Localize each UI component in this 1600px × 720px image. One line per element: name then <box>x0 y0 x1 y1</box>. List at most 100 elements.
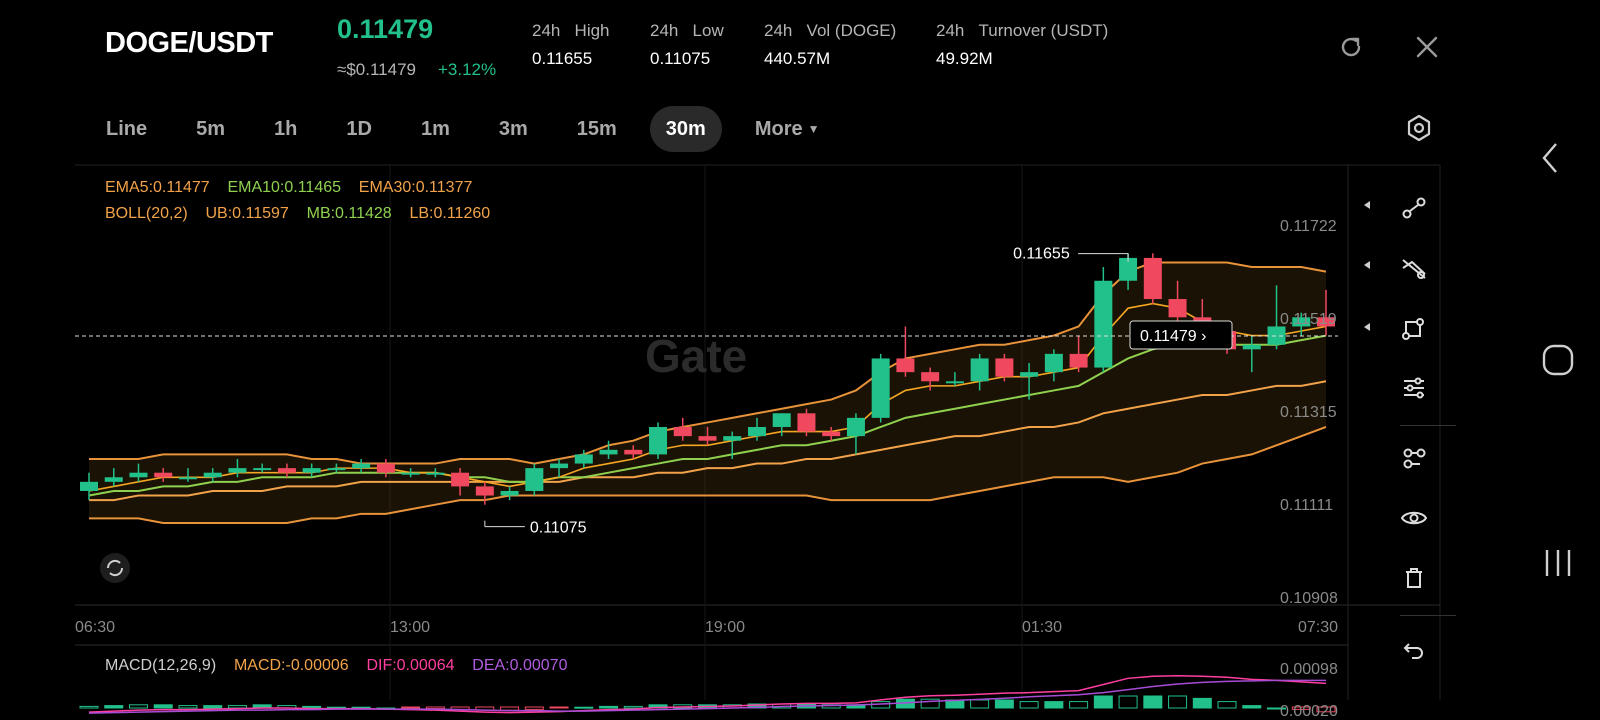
nodes-link-icon <box>1403 448 1426 469</box>
macd-axis-bottom: 0.00020 <box>1280 703 1338 720</box>
candle-body <box>451 472 470 487</box>
kline-chart[interactable]: Gate 0.11479 › 0.11655 0.11075 0.11722 0.1151… <box>0 0 1600 720</box>
ema30-label: EMA30:0.11377 <box>358 179 473 196</box>
macd-legend: MACD(12,26,9) MACD:-0.00006 DIF:0.00064 … <box>105 657 567 675</box>
visibility-tool[interactable] <box>1396 500 1432 536</box>
macd-histogram-bar <box>574 706 594 709</box>
undo-icon <box>1403 643 1423 659</box>
macd-histogram-bar <box>599 705 619 709</box>
x-tick-label: 19:00 <box>705 619 745 636</box>
macd-histogram-bar <box>178 705 198 709</box>
y-tick-label: 0.11315 <box>1280 404 1337 421</box>
macd-params-label: MACD(12,26,9) <box>105 657 217 674</box>
high-marker-label: 0.11655 <box>1013 246 1070 263</box>
cross-lines-icon <box>1402 259 1426 279</box>
eye-icon <box>1400 511 1428 525</box>
dea-value-label: DEA:0.00070 <box>472 657 568 674</box>
undo-tool[interactable] <box>1396 632 1432 668</box>
macd-histogram-bar <box>994 699 1014 709</box>
x-tick-label: 07:30 <box>1298 619 1338 636</box>
candle-body <box>772 413 791 427</box>
candle-body <box>1242 344 1261 350</box>
candle-body <box>896 358 915 373</box>
candle-body <box>401 472 420 475</box>
macd-histogram-bar <box>79 705 99 709</box>
candle-body <box>747 426 766 437</box>
dif-value-label: DIF:0.00064 <box>366 657 455 674</box>
indicator-legend-ma: EMA5:0.11477 EMA10:0.11465 EMA30:0.11377 <box>105 179 472 197</box>
macd-histogram-bar <box>1242 705 1262 709</box>
macd-histogram-bar <box>1069 701 1089 709</box>
candle-body <box>129 472 148 478</box>
macd-value-label: MACD:-0.00006 <box>233 657 349 674</box>
current-price-tag-text: 0.11479 › <box>1140 328 1206 345</box>
macd-histogram-bar <box>500 706 520 711</box>
back-nav-icon[interactable] <box>1538 138 1562 178</box>
candle-body <box>574 454 593 464</box>
candle-body <box>178 477 197 480</box>
shape-tool[interactable] <box>1396 310 1432 346</box>
macd-histogram-bar <box>1093 695 1113 709</box>
expand-arrow-icon <box>1364 261 1370 269</box>
candle-body <box>673 426 692 437</box>
candle-body <box>352 463 371 469</box>
polygon-icon <box>1402 318 1424 340</box>
candle-body <box>500 490 519 496</box>
delete-tool[interactable] <box>1396 560 1432 596</box>
x-tick-label: 01:30 <box>1022 619 1062 636</box>
candle-body <box>277 468 296 473</box>
candle-body <box>1168 299 1187 318</box>
candle-body <box>525 468 544 491</box>
macd-histogram-bar <box>227 705 247 709</box>
toolbar-divider-2 <box>1400 615 1456 616</box>
y-tick-label: 0.10908 <box>1280 590 1338 607</box>
low-marker-label: 0.11075 <box>530 520 587 537</box>
candle-body <box>599 449 618 455</box>
ema10-label: EMA10:0.11465 <box>227 179 342 196</box>
watermark-text: Gate <box>645 330 747 382</box>
ray-tool[interactable] <box>1396 250 1432 286</box>
expand-arrow-icon <box>1364 201 1370 209</box>
macd-histogram-bar <box>203 705 223 709</box>
candle-body <box>1069 353 1088 368</box>
boll-label: BOLL(20,2) <box>105 205 188 222</box>
macd-histogram-bar <box>104 705 124 709</box>
macd-axis-top: 0.00098 <box>1280 661 1338 678</box>
candle-body <box>995 358 1014 377</box>
candle-body <box>945 381 964 384</box>
candle-body <box>302 468 321 473</box>
macd-histogram-bar <box>1118 695 1138 709</box>
macd-histogram-bar <box>1168 695 1188 709</box>
y-tick-label: 0.11519 <box>1280 311 1337 328</box>
toolbar-divider <box>1400 425 1456 426</box>
candle-body <box>550 463 569 469</box>
candle-body <box>921 372 940 382</box>
candle-body <box>624 449 643 455</box>
candle-body <box>1143 257 1162 300</box>
candle-body <box>327 468 346 471</box>
boll-mb-label: MB:0.11428 <box>306 205 392 222</box>
ema5-label: EMA5:0.11477 <box>105 179 210 196</box>
macd-histogram-bar <box>1044 701 1064 709</box>
candle-body <box>723 436 742 441</box>
x-tick-label: 06:30 <box>75 619 115 636</box>
candle-body <box>154 472 173 478</box>
indicator-tool[interactable] <box>1396 440 1432 476</box>
macd-histogram-bar <box>1019 701 1039 709</box>
fib-tool[interactable] <box>1396 370 1432 406</box>
macd-histogram-bar <box>549 706 569 709</box>
home-nav-icon[interactable] <box>1541 343 1575 377</box>
macd-histogram-bar <box>1192 697 1212 709</box>
macd-histogram-bar <box>1217 701 1237 709</box>
y-tick-label: 0.11722 <box>1280 218 1337 235</box>
expand-arrow-icon <box>1364 323 1370 331</box>
candle-body <box>376 463 395 473</box>
boll-lb-label: LB:0.11260 <box>409 205 491 222</box>
trend-line-tool[interactable] <box>1396 190 1432 226</box>
trash-icon <box>1406 568 1422 588</box>
recents-nav-icon[interactable] <box>1541 548 1575 578</box>
candle-body <box>846 417 865 437</box>
candle-body <box>426 472 445 475</box>
candle-body <box>1020 372 1039 377</box>
candle-body <box>80 481 98 491</box>
